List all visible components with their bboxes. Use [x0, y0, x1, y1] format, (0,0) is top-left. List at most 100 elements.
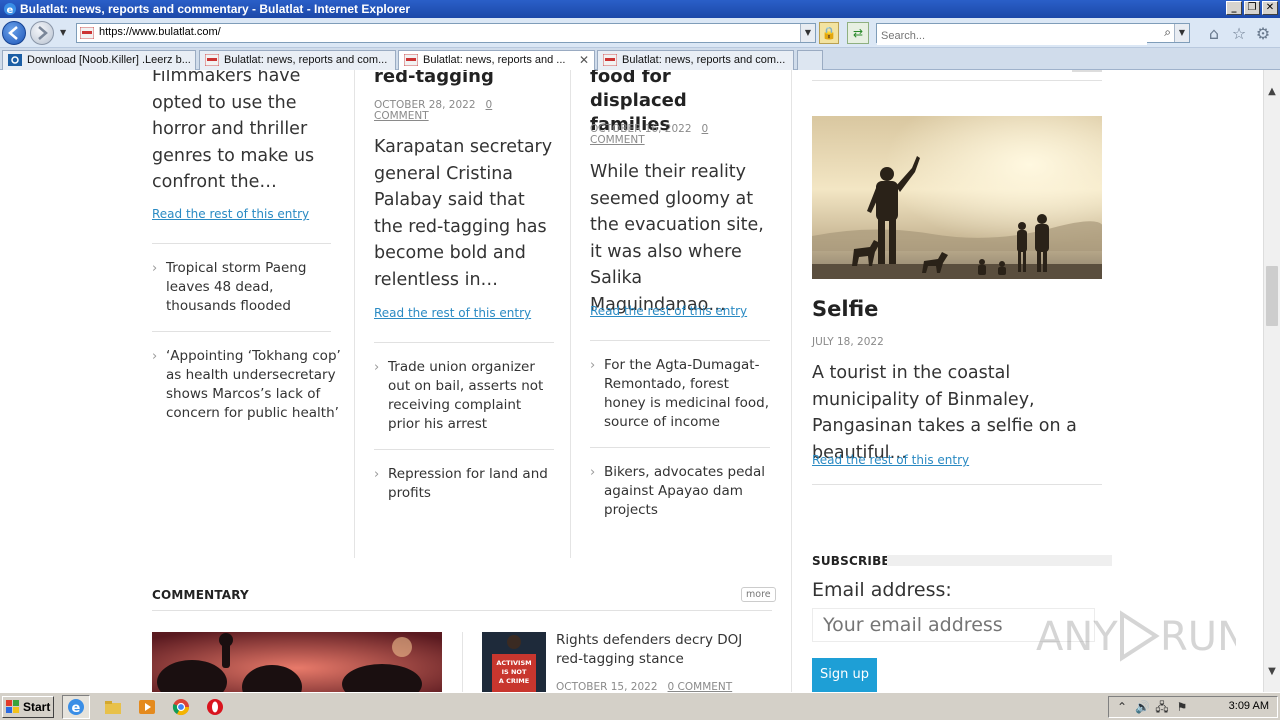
photo-title[interactable]: Selfie [812, 297, 878, 321]
commentary-item-comments[interactable]: 0 COMMENT [668, 681, 733, 693]
close-button[interactable]: ✕ [1262, 1, 1278, 15]
section-title-bar [887, 555, 1112, 566]
site-favicon-icon [80, 27, 94, 39]
sidebar-divider [791, 70, 792, 692]
gear-icon[interactable]: ⚙ [1253, 24, 1273, 44]
favorites-star-icon[interactable]: ☆ [1229, 24, 1249, 44]
list-item[interactable]: Trade union organizer out on bail, asser… [374, 358, 554, 434]
site-favicon-icon [205, 54, 219, 66]
tab-label: Bulatlat: news, reports and com... [224, 54, 388, 66]
separator [152, 610, 772, 611]
separator [152, 243, 331, 244]
photo-excerpt: A tourist in the coastal municipality of… [812, 363, 1077, 463]
window-title-bar: e Bulatlat: news, reports and commentary… [0, 0, 1280, 18]
sign-up-button[interactable]: Sign up [812, 658, 877, 692]
list-item[interactable]: Repression for land and profits [374, 465, 554, 503]
email-label: Email address: [812, 579, 952, 601]
address-bar[interactable]: https://www.bulatlat.com/ ▼ [76, 23, 816, 43]
arrow-right-icon [38, 26, 48, 40]
page-viewport: Filmmakers have opted to use the horror … [0, 70, 1263, 692]
column-divider [570, 70, 571, 558]
lock-icon[interactable]: 🔒 [819, 22, 839, 44]
list-item[interactable]: ‘Appointing ‘Tokhang cop’ as health unde… [152, 347, 342, 423]
separator [590, 340, 770, 341]
start-button[interactable]: Start [2, 696, 54, 718]
clock[interactable]: 3:09 AM [1229, 700, 1269, 712]
commentary-more-button[interactable]: more [741, 587, 776, 602]
minimize-button[interactable]: _ [1226, 1, 1242, 15]
tab-download[interactable]: Download [Noob.Killer] .Leerz b... [2, 50, 196, 70]
tab-label: Bulatlat: news, reports and com... [622, 54, 786, 66]
col1-excerpt: Filmmakers have opted to use the horror … [152, 70, 315, 192]
scroll-down-icon[interactable]: ▼ [1264, 664, 1280, 680]
system-tray: ⌃ 🔊 🖧 ⚑ 3:09 AM [1108, 696, 1278, 718]
subscribe-title: SUBSCRIBE [812, 554, 890, 568]
page-scrollbar[interactable]: ▲ ▼ [1263, 70, 1280, 692]
commentary-thumb-photo[interactable]: ACTIVISM IS NOT A CRIME [482, 632, 546, 692]
forward-button[interactable] [30, 21, 54, 45]
tab-bulatlat-3[interactable]: Bulatlat: news, reports and com... [597, 50, 794, 70]
chrome-icon[interactable] [172, 698, 190, 716]
refresh-icon[interactable]: ⇄ [847, 22, 869, 44]
windows-logo-icon [6, 700, 19, 713]
action-center-flag-icon[interactable]: ⚑ [1175, 700, 1189, 714]
svg-text:A CRIME: A CRIME [499, 677, 529, 685]
navigation-bar: ▼ https://www.bulatlat.com/ ▼ 🔒 ⇄ ⌕ ▼ ⌂ … [0, 18, 1280, 48]
col3-meta: OCTOBER 16, 2022 0 COMMENT [590, 124, 760, 146]
separator [374, 342, 554, 343]
volume-icon[interactable]: 🔊 [1135, 700, 1150, 714]
address-url[interactable]: https://www.bulatlat.com/ [99, 26, 221, 38]
tab-bulatlat-1[interactable]: Bulatlat: news, reports and com... [199, 50, 396, 70]
commentary-main-photo[interactable] [152, 632, 442, 692]
taskbar-ie-button[interactable]: e [62, 695, 90, 719]
search-icon[interactable]: ⌕ [1164, 25, 1171, 40]
commentary-title: COMMENTARY [152, 588, 249, 602]
folder-icon[interactable] [104, 698, 122, 716]
network-icon[interactable]: 🖧 [1155, 700, 1169, 714]
site-favicon-icon [603, 54, 617, 66]
selfie-photo[interactable] [812, 116, 1102, 279]
list-item[interactable]: Bikers, advocates pedal against Apayao d… [590, 463, 770, 520]
decor-line [1072, 70, 1102, 72]
media-player-icon[interactable] [138, 698, 156, 716]
scroll-up-icon[interactable]: ▲ [1264, 84, 1280, 100]
col3-read-more-link[interactable]: Read the rest of this entry [590, 304, 747, 318]
col1-read-more-link[interactable]: Read the rest of this entry [152, 207, 309, 221]
search-input[interactable] [877, 27, 1147, 45]
svg-text:e: e [72, 701, 81, 716]
address-dropdown-icon[interactable]: ▼ [800, 24, 815, 42]
commentary-item-title[interactable]: Rights defenders decry DOJ red-tagging s… [556, 631, 771, 669]
commentary-item-date: OCTOBER 15, 2022 [556, 681, 658, 693]
taskbar: Start e ⌃ 🔊 🖧 ⚑ 3:09 AM [0, 692, 1280, 720]
list-item[interactable]: For the Agta-Dumagat-Remontado, forest h… [590, 356, 772, 432]
sidebar-read-more-link[interactable]: Read the rest of this entry [812, 453, 969, 467]
list-item[interactable]: Tropical storm Paeng leaves 48 dead, tho… [152, 259, 332, 316]
opera-icon[interactable] [206, 698, 224, 716]
separator [812, 484, 1102, 485]
tab-label: Bulatlat: news, reports and ... [423, 54, 566, 66]
close-tab-icon[interactable]: ✕ [579, 51, 589, 69]
svg-text:IS NOT: IS NOT [502, 668, 527, 676]
separator [812, 80, 1102, 81]
tab-bulatlat-active[interactable]: Bulatlat: news, reports and ... ✕ [398, 50, 595, 70]
new-tab-button[interactable] [797, 50, 823, 70]
separator [374, 449, 554, 450]
search-box[interactable]: ⌕ ▼ [876, 23, 1190, 45]
search-dropdown-icon[interactable]: ▼ [1174, 24, 1189, 42]
col2-excerpt: Karapatan secretary general Cristina Pal… [374, 137, 553, 290]
scrollbar-thumb[interactable] [1266, 266, 1278, 326]
tab-label: Download [Noob.Killer] .Leerz b... [27, 54, 191, 66]
restore-button[interactable]: ❐ [1244, 1, 1260, 15]
col2-meta: OCTOBER 28, 2022 0 COMMENT [374, 100, 544, 122]
sign-text: ACTIVISM [496, 659, 531, 667]
svg-text:RUN: RUN [1160, 614, 1236, 660]
col2-read-more-link[interactable]: Read the rest of this entry [374, 306, 531, 320]
svg-text:ANY: ANY [1036, 614, 1118, 660]
photo-date: JULY 18, 2022 [812, 336, 884, 348]
col2-headline[interactable]: red-tagging [374, 70, 554, 89]
tray-expand-icon[interactable]: ⌃ [1115, 700, 1129, 714]
home-icon[interactable]: ⌂ [1204, 24, 1224, 44]
recent-pages-dropdown-icon[interactable]: ▼ [60, 28, 66, 37]
back-button[interactable] [2, 21, 26, 45]
anyrun-watermark-logo: ANY RUN [1036, 610, 1236, 662]
